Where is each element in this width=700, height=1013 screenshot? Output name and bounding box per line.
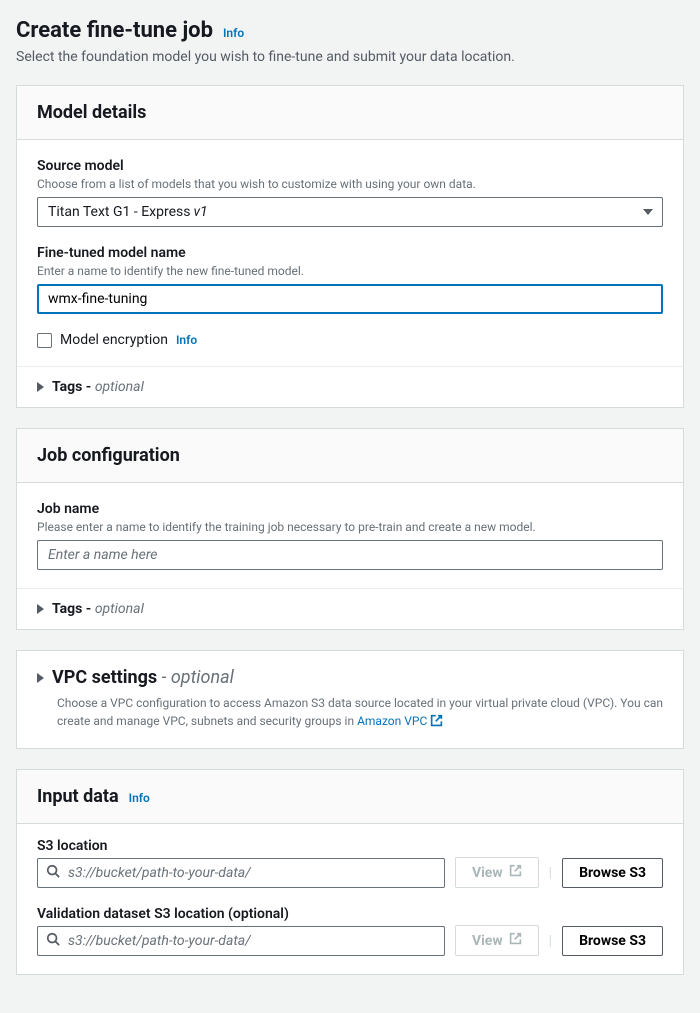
s3-location-field: S3 location View | Browse S3 (37, 838, 663, 888)
tags-label: Tags - (52, 601, 91, 617)
input-data-info-link[interactable]: Info (129, 791, 150, 805)
amazon-vpc-link[interactable]: Amazon VPC (357, 714, 427, 728)
external-link-icon (509, 864, 522, 881)
model-name-hint: Enter a name to identify the new fine-tu… (37, 264, 663, 278)
source-model-field: Source model Choose from a list of model… (37, 158, 663, 227)
source-model-hint: Choose from a list of models that you wi… (37, 177, 663, 191)
vpc-title-text: VPC settings (52, 667, 157, 688)
vpc-settings-panel: VPC settings - optional Choose a VPC con… (16, 650, 684, 749)
vpc-desc: Choose a VPC configuration to access Ama… (17, 694, 683, 748)
validation-s3-field: Validation dataset S3 location (optional… (37, 906, 663, 956)
tags-label: Tags - (52, 379, 91, 395)
source-model-label: Source model (37, 158, 663, 174)
panel-title-input-data: Input data (37, 786, 119, 807)
source-model-selected-version: v1 (193, 204, 207, 220)
validation-browse-button[interactable]: Browse S3 (562, 926, 663, 956)
source-model-select[interactable]: Titan Text G1 - Express v1 (37, 197, 663, 227)
source-model-selected-base: Titan Text G1 - Express (48, 204, 190, 220)
vpc-optional: optional (171, 667, 234, 688)
panel-title-job-config: Job configuration (37, 445, 663, 466)
divider: | (549, 933, 552, 949)
search-icon (46, 932, 60, 950)
job-name-field: Job name Please enter a name to identify… (37, 501, 663, 570)
model-name-label: Fine-tuned model name (37, 245, 663, 261)
model-encryption-info-link[interactable]: Info (176, 333, 197, 347)
job-name-label: Job name (37, 501, 663, 517)
chevron-down-icon (643, 209, 653, 215)
caret-right-icon (37, 673, 44, 683)
panel-title-model-details: Model details (37, 102, 663, 123)
divider: | (549, 865, 552, 881)
caret-right-icon (37, 382, 44, 392)
job-name-input[interactable] (37, 540, 663, 570)
validation-s3-input[interactable] (37, 926, 445, 956)
job-name-hint: Please enter a name to identify the trai… (37, 520, 663, 534)
validation-s3-label: Validation dataset S3 location (optional… (37, 906, 663, 922)
model-name-input[interactable] (37, 284, 663, 314)
job-config-panel: Job configuration Job name Please enter … (16, 428, 684, 630)
external-link-icon (509, 932, 522, 949)
input-data-panel: Input data Info S3 location View | Brows… (16, 769, 684, 975)
model-encryption-field: Model encryption Info (37, 332, 663, 348)
info-link[interactable]: Info (223, 26, 244, 40)
page-subtitle: Select the foundation model you wish to … (16, 49, 684, 65)
caret-right-icon (37, 604, 44, 614)
validation-view-button[interactable]: View (455, 925, 539, 956)
page-header: Create fine-tune job Info Select the fou… (16, 18, 684, 65)
job-config-tags-toggle[interactable]: Tags - optional (17, 589, 683, 629)
model-encryption-checkbox[interactable] (37, 333, 52, 348)
model-details-tags-toggle[interactable]: Tags - optional (17, 367, 683, 407)
external-link-icon (430, 714, 443, 732)
vpc-settings-toggle[interactable]: VPC settings - optional (17, 651, 683, 694)
page-title: Create fine-tune job (16, 18, 213, 43)
tags-optional: optional (95, 601, 144, 617)
s3-location-label: S3 location (37, 838, 663, 854)
s3-location-input[interactable] (37, 858, 445, 888)
tags-optional: optional (95, 379, 144, 395)
model-name-field: Fine-tuned model name Enter a name to id… (37, 245, 663, 314)
search-icon (46, 864, 60, 882)
s3-browse-button[interactable]: Browse S3 (562, 858, 663, 888)
s3-view-button[interactable]: View (455, 857, 539, 888)
model-encryption-label: Model encryption (60, 332, 168, 348)
model-details-panel: Model details Source model Choose from a… (16, 85, 684, 408)
